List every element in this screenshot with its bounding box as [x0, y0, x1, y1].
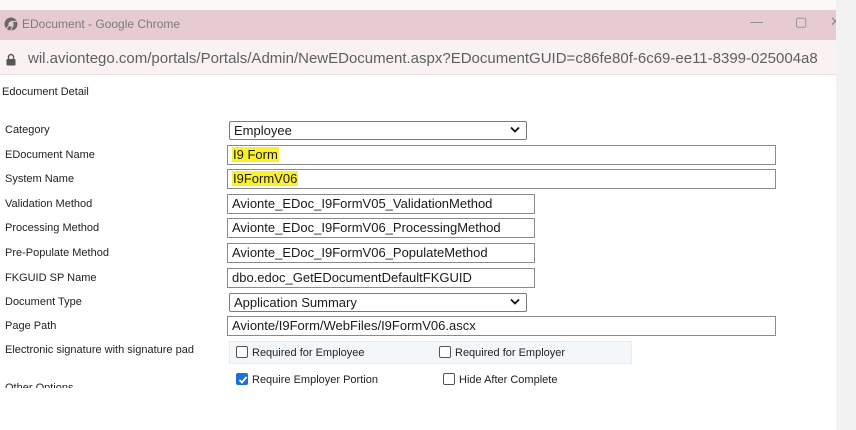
- require-employer-portion-checkbox[interactable]: [236, 373, 248, 385]
- hide-after-complete-label: Hide After Complete: [459, 374, 558, 386]
- label-fkguid-sp-name: FKGUID SP Name: [5, 272, 97, 284]
- label-document-type: Document Type: [5, 296, 82, 308]
- required-for-employee-checkbox[interactable]: [236, 346, 248, 358]
- required-for-employee-label: Required for Employee: [252, 347, 365, 359]
- chevron-down-icon: [510, 126, 520, 133]
- lock-icon: [6, 53, 16, 66]
- hide-after-complete-checkbox[interactable]: [443, 373, 455, 385]
- pre-populate-method-input[interactable]: Avionte_EDoc_I9FormV06_PopulateMethod: [227, 243, 535, 263]
- page-path-input[interactable]: Avionte/I9Form/WebFiles/I9FormV06.ascx: [227, 316, 776, 336]
- label-edocument-name: EDocument Name: [5, 149, 95, 161]
- checkmark-icon: [238, 376, 248, 384]
- right-gutter: [836, 0, 856, 430]
- top-edge: [0, 0, 836, 10]
- url-text[interactable]: wil.aviontego.com/portals/Portals/Admin/…: [28, 50, 818, 67]
- minimize-button[interactable]: —: [750, 14, 763, 29]
- system-name-value: I9FormV06: [232, 171, 299, 186]
- chevron-down-icon: [510, 298, 520, 305]
- close-button[interactable]: ✕: [830, 14, 836, 30]
- label-validation-method: Validation Method: [5, 198, 93, 210]
- label-page-path: Page Path: [5, 320, 57, 332]
- fkguid-sp-name-input[interactable]: dbo.edoc_GetEDocumentDefaultFKGUID: [227, 268, 535, 288]
- maximize-button[interactable]: ▢: [795, 14, 807, 30]
- processing-method-input[interactable]: Avionte_EDoc_I9FormV06_ProcessingMethod: [227, 218, 535, 238]
- label-pre-populate-method: Pre-Populate Method: [5, 247, 109, 259]
- label-processing-method: Processing Method: [5, 222, 100, 234]
- required-for-employer-label: Required for Employer: [455, 347, 566, 359]
- window-title: EDocument - Google Chrome: [22, 17, 181, 31]
- label-e-signature: Electronic signature with signature pad: [5, 344, 194, 356]
- validation-method-input[interactable]: Avionte_EDoc_I9FormV05_ValidationMethod: [227, 194, 535, 214]
- label-system-name: System Name: [5, 173, 75, 185]
- document-type-select[interactable]: Application Summary: [229, 293, 527, 312]
- category-value: Employee: [234, 123, 292, 138]
- required-for-employer-checkbox[interactable]: [439, 346, 451, 358]
- label-category: Category: [5, 124, 50, 136]
- label-other-options-text: Other Options: [5, 382, 74, 388]
- require-employer-portion-label: Require Employer Portion: [252, 374, 378, 386]
- edocument-name-input[interactable]: I9 Form: [227, 145, 776, 165]
- system-name-input[interactable]: I9FormV06: [227, 169, 776, 189]
- category-select[interactable]: Employee: [229, 121, 527, 140]
- document-type-value: Application Summary: [234, 295, 357, 310]
- section-title: Edocument Detail: [2, 86, 89, 98]
- chrome-icon: [4, 17, 18, 31]
- label-other-options: Other Options: [5, 380, 73, 388]
- edocument-name-value: I9 Form: [232, 147, 279, 162]
